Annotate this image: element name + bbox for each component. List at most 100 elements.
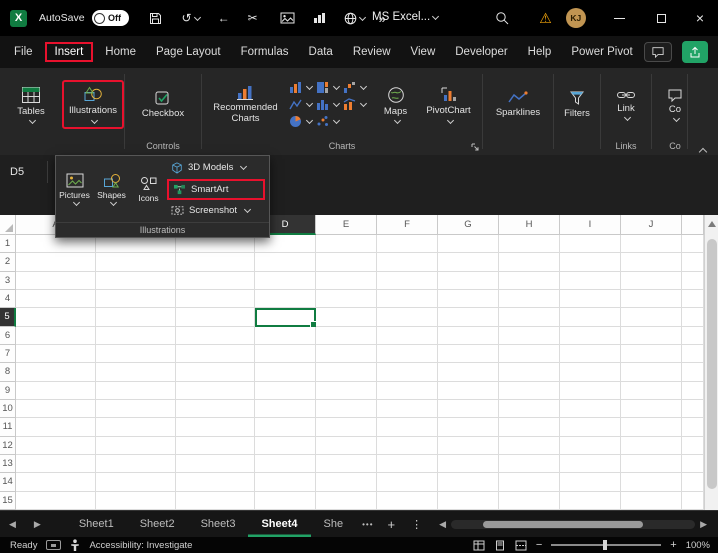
cell-H5[interactable] [499,308,560,326]
cell-C14[interactable] [176,473,255,491]
cell-I13[interactable] [560,455,621,473]
cell-H3[interactable] [499,272,560,290]
tab-help[interactable]: Help [518,42,562,62]
checkbox-button[interactable]: Checkbox [137,86,189,124]
cell-F12[interactable] [377,437,438,455]
cell-J7[interactable] [621,345,682,363]
cell-D9[interactable] [255,382,316,400]
cell-E12[interactable] [316,437,377,455]
cell-H11[interactable] [499,418,560,436]
row-header-1[interactable]: 1 [0,235,16,253]
tab-data[interactable]: Data [299,42,343,62]
sheet-options-button[interactable]: ⋮ [403,518,430,531]
cell-E2[interactable] [316,253,377,271]
add-sheet-button[interactable]: + [380,517,404,532]
cell-J3[interactable] [621,272,682,290]
3d-models-button[interactable]: 3D Models [167,158,265,178]
screenshot-button[interactable]: Screenshot [167,201,265,221]
cell-B7[interactable] [96,345,176,363]
cell-B12[interactable] [96,437,176,455]
cell-I9[interactable] [560,382,621,400]
cell-E11[interactable] [316,418,377,436]
cell-H9[interactable] [499,382,560,400]
cell-D3[interactable] [255,272,316,290]
next-sheet-button[interactable]: ▶ [25,519,50,530]
column-header-E[interactable]: E [316,215,377,235]
zoom-in-button[interactable]: + [670,539,676,551]
cell-I10[interactable] [560,400,621,418]
shapes-button[interactable]: Shapes [93,156,130,222]
cell-H8[interactable] [499,363,560,381]
cell-E4[interactable] [316,290,377,308]
illustrations-button[interactable]: Illustrations [62,80,124,129]
cell-B14[interactable] [96,473,176,491]
cell-G8[interactable] [438,363,499,381]
save-icon[interactable] [149,12,162,25]
cell-B13[interactable] [96,455,176,473]
vertical-scrollbar[interactable] [704,215,718,510]
row-header-5[interactable]: 5 [0,308,16,326]
statistical-chart-button[interactable] [316,98,339,111]
macro-record-icon[interactable] [46,540,61,550]
maximize-button[interactable] [657,14,666,23]
cell-E10[interactable] [316,400,377,418]
cell-I5[interactable] [560,308,621,326]
zoom-out-button[interactable]: − [536,539,542,551]
cell-A3[interactable] [16,272,96,290]
cell-D10[interactable] [255,400,316,418]
page-break-view-icon[interactable] [515,540,527,551]
cell-J11[interactable] [621,418,682,436]
cell-F13[interactable] [377,455,438,473]
cell-G3[interactable] [438,272,499,290]
cell-J9[interactable] [621,382,682,400]
cell-D8[interactable] [255,363,316,381]
waterfall-chart-button[interactable] [343,81,366,94]
sheet-tab-sheet1[interactable]: Sheet1 [66,511,127,537]
cell-E14[interactable] [316,473,377,491]
undo-chevron-icon[interactable] [194,13,201,20]
cell-I14[interactable] [560,473,621,491]
cell-A8[interactable] [16,363,96,381]
prev-sheet-button[interactable]: ◀ [0,519,25,530]
link-button[interactable]: Link [611,85,641,125]
scatter-chart-button[interactable] [316,115,339,128]
cell-J12[interactable] [621,437,682,455]
cell-G13[interactable] [438,455,499,473]
tab-developer[interactable]: Developer [445,42,517,62]
column-header-G[interactable]: G [438,215,499,235]
pie-chart-button[interactable] [289,115,312,128]
cell-F4[interactable] [377,290,438,308]
cell-I4[interactable] [560,290,621,308]
cell-C3[interactable] [176,272,255,290]
cell-I15[interactable] [560,492,621,510]
row-header-8[interactable]: 8 [0,363,16,381]
horizontal-scroll-thumb[interactable] [483,521,643,528]
cell-D2[interactable] [255,253,316,271]
column-header-J[interactable]: J [621,215,682,235]
horizontal-scrollbar[interactable]: ◀ ▶ [434,519,712,530]
cell-H12[interactable] [499,437,560,455]
vertical-scroll-thumb[interactable] [707,239,717,489]
cell-A15[interactable] [16,492,96,510]
avatar[interactable]: KJ [566,8,586,28]
maps-button[interactable]: Maps [372,82,420,128]
sheet-tab-sheet4[interactable]: Sheet4 [248,511,310,537]
globe-chevron-icon[interactable] [359,13,366,20]
accessibility-status[interactable]: Accessibility: Investigate [89,540,192,551]
cell-J5[interactable] [621,308,682,326]
cell-D6[interactable] [255,327,316,345]
row-header-9[interactable]: 9 [0,382,16,400]
cell-I3[interactable] [560,272,621,290]
cell-A5[interactable] [16,308,96,326]
recommended-charts-button[interactable]: Recommended Charts [209,80,283,129]
cell-B4[interactable] [96,290,176,308]
cell-H7[interactable] [499,345,560,363]
share-button[interactable] [682,41,708,63]
column-chart-button[interactable] [289,81,312,94]
cell-A4[interactable] [16,290,96,308]
close-button[interactable]: × [696,10,704,26]
row-header-12[interactable]: 12 [0,437,16,455]
cell-G9[interactable] [438,382,499,400]
cell-H15[interactable] [499,492,560,510]
cell-G14[interactable] [438,473,499,491]
